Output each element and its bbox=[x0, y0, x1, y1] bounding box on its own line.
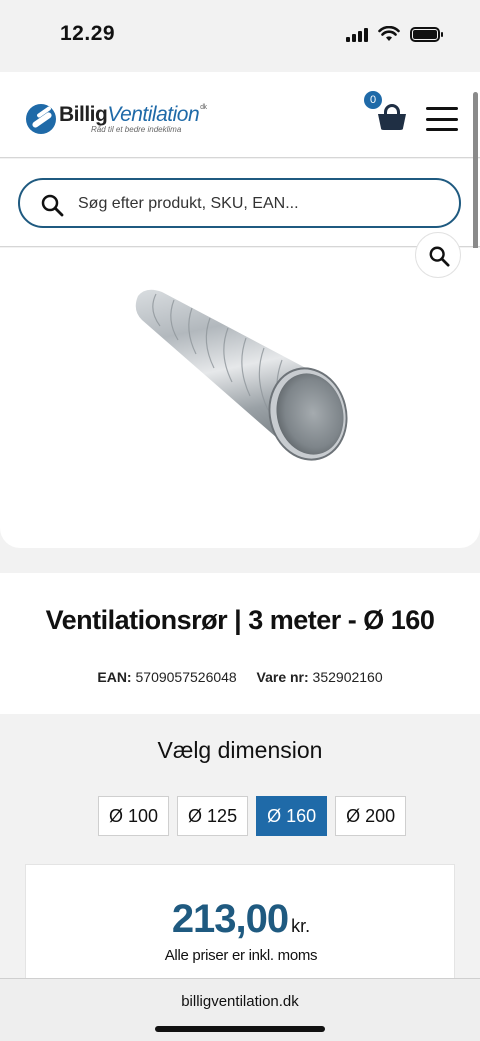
logo-text-dk: dk bbox=[200, 104, 207, 111]
magnifier-icon bbox=[429, 246, 450, 267]
cart-button[interactable] bbox=[376, 102, 408, 132]
price-currency: kr. bbox=[291, 916, 311, 936]
dimension-option-200[interactable]: Ø 200 bbox=[335, 796, 407, 836]
price-vat-note: Alle priser er inkl. moms bbox=[164, 947, 318, 964]
logo-mark-icon bbox=[26, 104, 56, 134]
site-header: BilligVentilationdk Råd til et bedre ind… bbox=[0, 72, 480, 158]
search-area bbox=[0, 159, 480, 247]
cellular-signal-icon bbox=[346, 27, 368, 42]
vare-nr-value: 352902160 bbox=[312, 669, 383, 685]
cart-count-badge: 0 bbox=[364, 91, 382, 109]
url-text[interactable]: billigventilation.dk bbox=[0, 993, 480, 1010]
logo-text-ventilation: Ventilation bbox=[107, 103, 200, 126]
battery-icon bbox=[410, 26, 443, 42]
search-box[interactable] bbox=[18, 178, 461, 228]
status-icons bbox=[346, 26, 443, 42]
search-input[interactable] bbox=[78, 190, 438, 218]
wifi-icon bbox=[378, 26, 400, 41]
search-icon bbox=[41, 194, 64, 217]
price-amount: 213,00 bbox=[171, 897, 289, 941]
ean-value: 5709057526048 bbox=[135, 669, 237, 685]
logo-text-billig: Billig bbox=[59, 103, 108, 126]
vare-nr-label: Vare nr: bbox=[256, 669, 309, 685]
product-image-ventilation-duct[interactable] bbox=[100, 274, 380, 484]
hamburger-menu-icon[interactable] bbox=[426, 107, 458, 131]
product-meta: EAN: 5709057526048 Vare nr: 352902160 bbox=[0, 669, 480, 685]
price-card: 213,00 kr. Alle priser er inkl. moms bbox=[25, 864, 455, 994]
status-bar: 12.29 bbox=[0, 0, 480, 72]
basket-icon bbox=[378, 114, 406, 130]
zoom-button[interactable] bbox=[415, 232, 461, 278]
product-info-section: Ventilationsrør | 3 meter - Ø 160 EAN: 5… bbox=[0, 573, 480, 714]
dimension-options: Ø 100 Ø 125 Ø 160 Ø 200 bbox=[98, 796, 407, 836]
product-title: Ventilationsrør | 3 meter - Ø 160 bbox=[45, 605, 435, 635]
dimension-option-160[interactable]: Ø 160 bbox=[256, 796, 328, 836]
dimension-option-100[interactable]: Ø 100 bbox=[98, 796, 170, 836]
home-indicator[interactable] bbox=[155, 1026, 325, 1032]
status-time: 12.29 bbox=[60, 22, 116, 45]
dimension-option-125[interactable]: Ø 125 bbox=[177, 796, 249, 836]
logo-tagline: Råd til et bedre indeklima bbox=[91, 125, 182, 134]
page-scrollbar[interactable] bbox=[473, 92, 478, 254]
site-logo[interactable]: BilligVentilationdk Råd til et bedre ind… bbox=[26, 104, 207, 134]
dimension-title: Vælg dimension bbox=[157, 737, 323, 763]
ean-label: EAN: bbox=[97, 669, 132, 685]
browser-url-bar[interactable]: billigventilation.dk bbox=[0, 978, 480, 1041]
